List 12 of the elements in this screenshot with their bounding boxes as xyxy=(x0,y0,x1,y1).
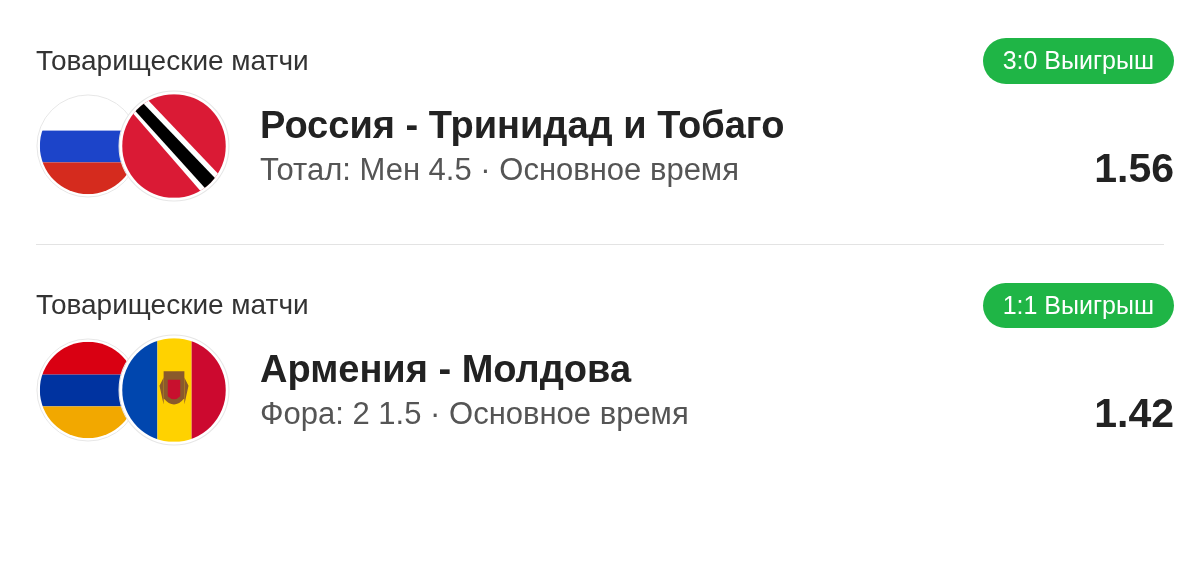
flag-icon xyxy=(118,89,230,202)
result-badge: 3:0 Выигрыш xyxy=(982,38,1174,84)
league-name: Товарищеские матчи xyxy=(36,43,309,78)
match-title: Армения - Молдова xyxy=(260,347,633,392)
odds-value: 1.56 xyxy=(1094,144,1174,193)
odds-value: 1.42 xyxy=(1094,388,1174,438)
flag-icon xyxy=(118,334,230,446)
result-badge: 1:1 Выигрыш xyxy=(982,282,1174,328)
match-title: Россия - Тринидад и Тобаго xyxy=(260,102,786,148)
bet-description: Фора: 2 1.5 · Основное время xyxy=(260,395,690,433)
league-name: Товарищеские матчи xyxy=(36,288,309,323)
bet-description: Тотал: Мен 4.5 · Основное время xyxy=(260,150,740,189)
